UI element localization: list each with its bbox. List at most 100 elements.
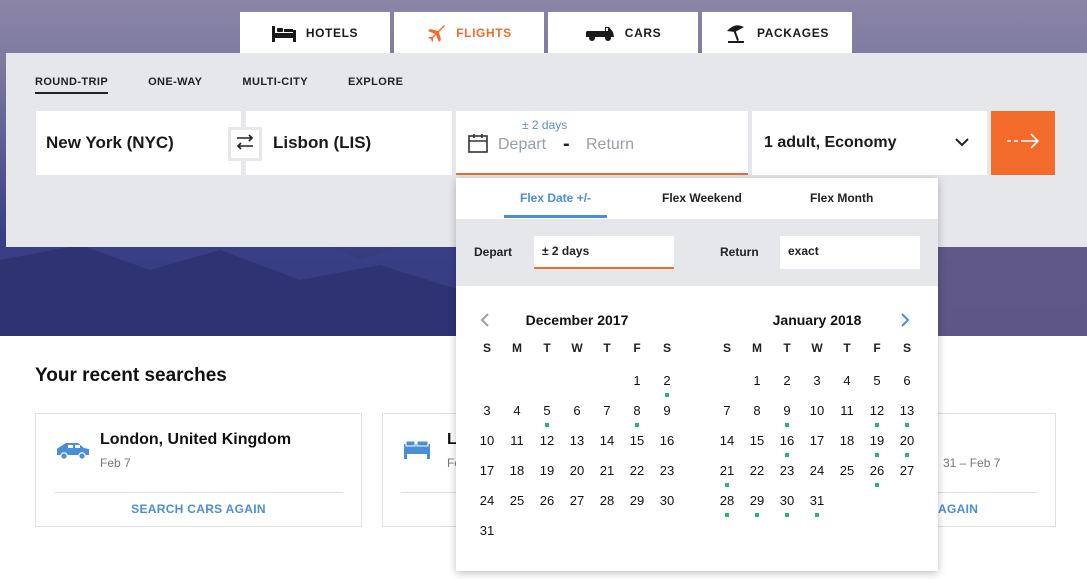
beach-umbrella-icon xyxy=(725,22,747,44)
plane-icon xyxy=(426,23,446,43)
calendar-day[interactable]: 26 xyxy=(862,463,892,487)
calendar-day[interactable]: 27 xyxy=(892,463,922,487)
weekday-header: T xyxy=(543,341,551,355)
tab-flex-weekend[interactable]: Flex Weekend xyxy=(662,191,742,205)
calendar-day[interactable]: 24 xyxy=(802,463,832,487)
calendar-day[interactable]: 19 xyxy=(862,433,892,457)
month-title: December 2017 xyxy=(525,312,629,328)
recent-search-card[interactable]: London, United Kingdom Feb 7 SEARCH CARS… xyxy=(35,413,362,527)
trip-type-selector: ROUND-TRIP ONE-WAY MULTI-CITY EXPLORE xyxy=(35,76,403,94)
search-cars-again-link[interactable]: SEARCH CARS AGAIN xyxy=(36,502,361,516)
travelers-cabin-selector[interactable]: 1 adult, Economy xyxy=(752,111,987,175)
calendar-day[interactable]: 17 xyxy=(472,463,502,487)
calendar-day[interactable]: 10 xyxy=(802,403,832,427)
calendar-day[interactable]: 9 xyxy=(772,403,802,427)
calendar-day[interactable]: 25 xyxy=(832,463,862,487)
calendar-day[interactable]: 12 xyxy=(532,433,562,457)
return-flex-select[interactable]: exact xyxy=(780,236,920,269)
calendar-day[interactable]: 28 xyxy=(592,493,622,517)
calendar-day[interactable]: 7 xyxy=(592,403,622,427)
trip-type-multi-city[interactable]: MULTI-CITY xyxy=(242,76,308,94)
tab-packages[interactable]: PACKAGES xyxy=(702,12,852,53)
calendar-day[interactable]: 28 xyxy=(712,493,742,517)
depart-flex-select[interactable]: ± 2 days xyxy=(534,236,674,269)
calendar-day[interactable]: 2 xyxy=(772,373,802,397)
tab-flights[interactable]: FLIGHTS xyxy=(394,12,544,53)
search-flights-button[interactable] xyxy=(991,111,1055,175)
calendar-day[interactable]: 14 xyxy=(592,433,622,457)
calendar-day[interactable]: 22 xyxy=(742,463,772,487)
tab-cars[interactable]: CARS xyxy=(548,12,698,53)
calendar-day[interactable]: 6 xyxy=(892,373,922,397)
car-icon xyxy=(585,25,615,41)
calendar-day[interactable]: 18 xyxy=(832,433,862,457)
origin-value: New York (NYC) xyxy=(46,133,174,152)
calendar-day[interactable]: 15 xyxy=(622,433,652,457)
search-again-link[interactable]: AGAIN xyxy=(938,502,978,516)
calendar-day[interactable]: 10 xyxy=(472,433,502,457)
tab-hotels[interactable]: HOTELS xyxy=(240,12,390,53)
calendar-day[interactable]: 11 xyxy=(502,433,532,457)
calendar-day[interactable]: 7 xyxy=(712,403,742,427)
calendar-day[interactable]: 29 xyxy=(622,493,652,517)
calendar-day[interactable]: 27 xyxy=(562,493,592,517)
calendar-day[interactable]: 20 xyxy=(562,463,592,487)
destination-field[interactable]: Lisbon (LIS) xyxy=(246,111,452,175)
calendar-day[interactable]: 5 xyxy=(862,373,892,397)
calendar-day[interactable]: 25 xyxy=(502,493,532,517)
calendar-day[interactable]: 2 xyxy=(652,373,682,397)
calendar-day[interactable]: 30 xyxy=(772,493,802,517)
calendar-day[interactable]: 11 xyxy=(832,403,862,427)
calendar-day[interactable]: 30 xyxy=(652,493,682,517)
calendar-day[interactable]: 4 xyxy=(832,373,862,397)
trip-type-explore[interactable]: EXPLORE xyxy=(348,76,403,94)
calendar-day[interactable]: 31 xyxy=(472,523,502,547)
trip-type-one-way[interactable]: ONE-WAY xyxy=(148,76,202,94)
calendar-day[interactable]: 26 xyxy=(532,493,562,517)
weekday-header: S xyxy=(662,341,671,355)
calendar-day[interactable]: 3 xyxy=(472,403,502,427)
calendar-day[interactable]: 29 xyxy=(742,493,772,517)
calendar-day[interactable]: 24 xyxy=(472,493,502,517)
calendar-day[interactable]: 18 xyxy=(502,463,532,487)
calendar-day[interactable]: 12 xyxy=(862,403,892,427)
tab-flex-month[interactable]: Flex Month xyxy=(810,191,873,205)
price-indicator-dot xyxy=(905,423,909,427)
origin-field[interactable]: New York (NYC) xyxy=(36,111,241,175)
next-month-button[interactable] xyxy=(900,312,910,333)
calendar-day[interactable]: 15 xyxy=(742,433,772,457)
swap-airports-button[interactable] xyxy=(228,127,262,161)
weekday-header: S xyxy=(482,341,491,355)
calendar-day[interactable]: 17 xyxy=(802,433,832,457)
trip-type-round-trip[interactable]: ROUND-TRIP xyxy=(35,76,109,94)
calendar-day[interactable]: 8 xyxy=(622,403,652,427)
calendar-day[interactable]: 6 xyxy=(562,403,592,427)
calendar-day[interactable]: 5 xyxy=(532,403,562,427)
calendar-day[interactable]: 23 xyxy=(772,463,802,487)
calendar-day[interactable]: 1 xyxy=(742,373,772,397)
calendar-day[interactable]: 13 xyxy=(892,403,922,427)
calendar-day[interactable]: 23 xyxy=(652,463,682,487)
calendar-day[interactable]: 9 xyxy=(652,403,682,427)
price-indicator-dot xyxy=(665,393,669,397)
dates-field[interactable]: ± 2 days Depart - Return xyxy=(456,111,748,175)
tab-flex-date[interactable]: Flex Date +/- xyxy=(520,191,591,205)
calendar-day[interactable]: 16 xyxy=(772,433,802,457)
calendar-day[interactable]: 22 xyxy=(622,463,652,487)
calendar-day[interactable]: 14 xyxy=(712,433,742,457)
calendar-day[interactable]: 21 xyxy=(592,463,622,487)
calendar-day[interactable]: 4 xyxy=(502,403,532,427)
calendar-day[interactable]: 16 xyxy=(652,433,682,457)
calendar-day[interactable]: 13 xyxy=(562,433,592,457)
calendar-day[interactable]: 1 xyxy=(622,373,652,397)
calendar-day[interactable]: 20 xyxy=(892,433,922,457)
calendar-day[interactable]: 3 xyxy=(802,373,832,397)
calendar-day[interactable]: 21 xyxy=(712,463,742,487)
calendar-day[interactable]: 31 xyxy=(802,493,832,517)
month-title: January 2018 xyxy=(772,312,862,328)
calendar-icon xyxy=(468,133,488,158)
tab-packages-label: PACKAGES xyxy=(757,25,829,40)
calendar-day[interactable]: 8 xyxy=(742,403,772,427)
calendar-day[interactable]: 19 xyxy=(532,463,562,487)
weekday-header: W xyxy=(571,341,583,355)
